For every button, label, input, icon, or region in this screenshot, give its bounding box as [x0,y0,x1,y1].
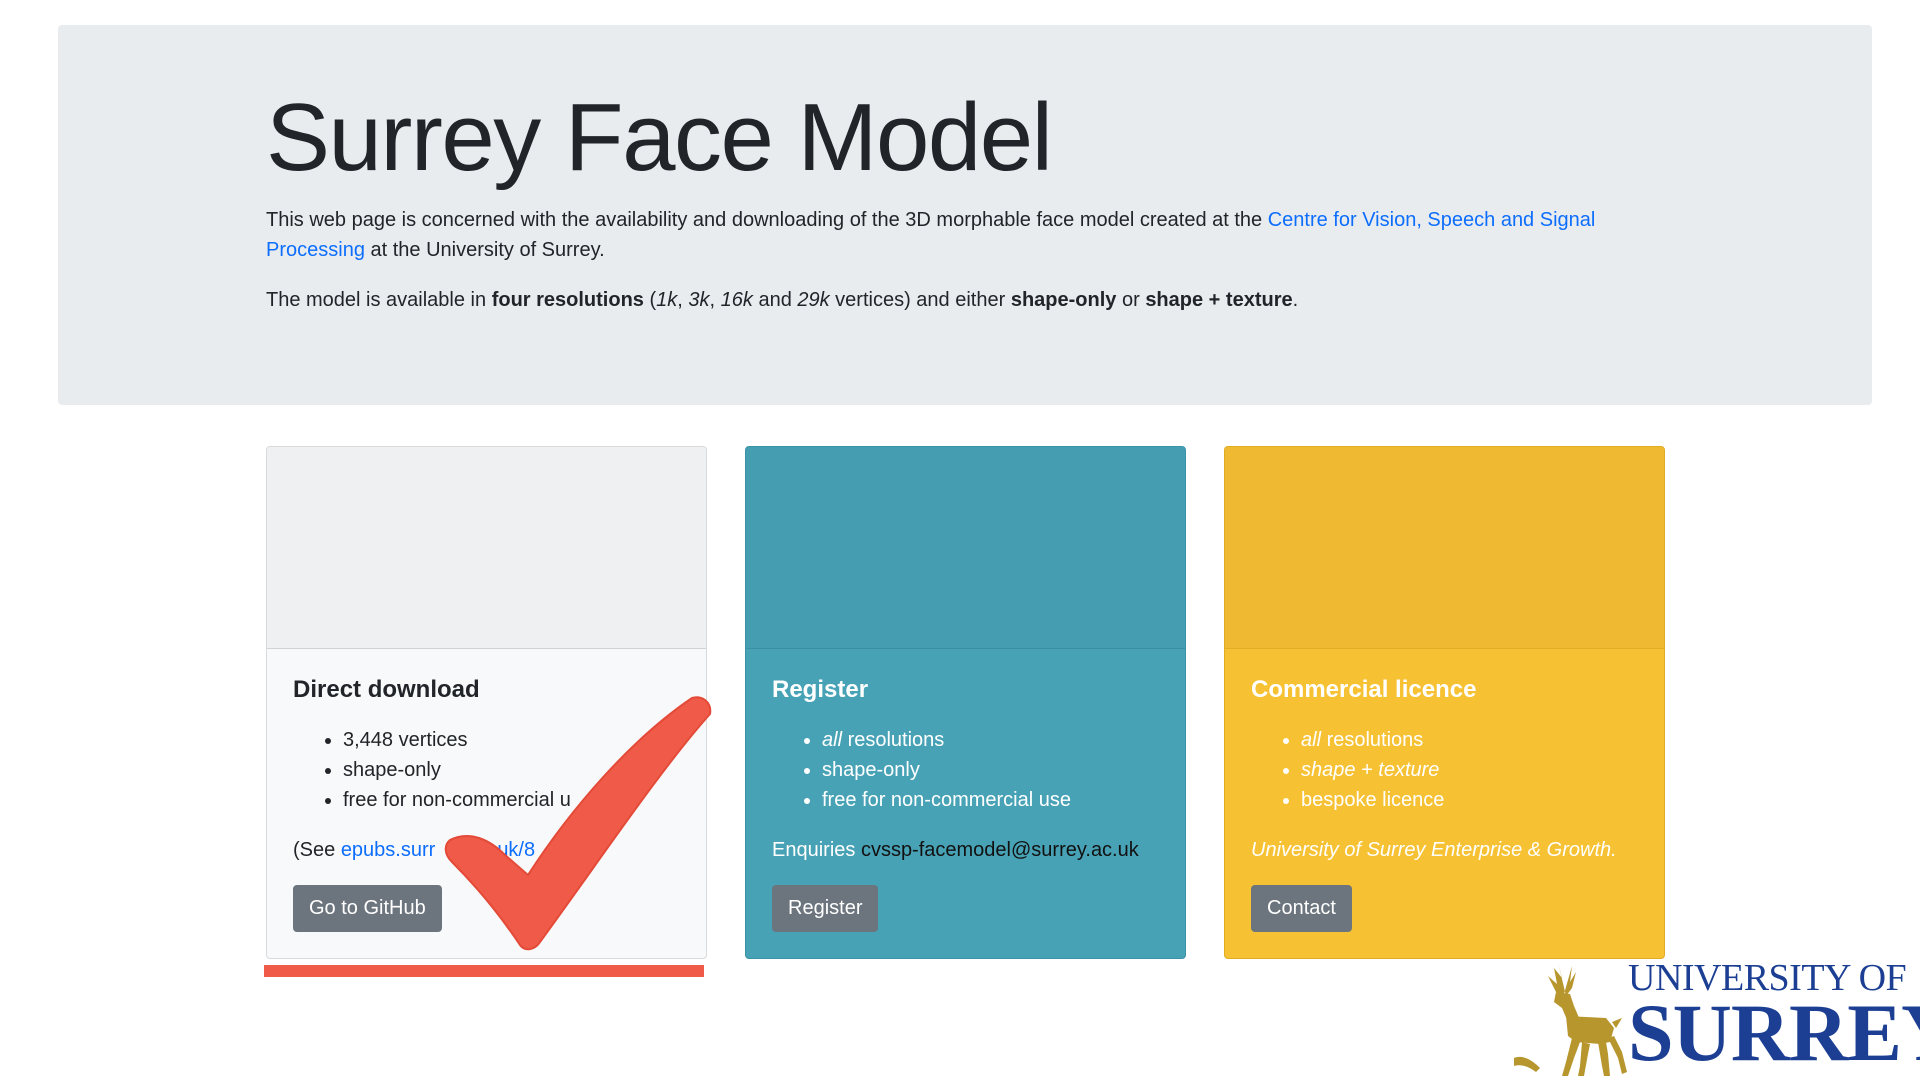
enquiries-email: cvssp-facemodel@surrey.ac.uk [860,839,1139,861]
enquiries: Enquiries cvssp-facemodel@surrey.ac.uk [772,835,1159,865]
vertices-either-text: vertices) and either [829,289,1011,312]
intro-suffix: at the University of Surrey. [364,239,605,262]
list-item: all resolutions [822,725,1159,755]
logo-line-surrey: SURREY [1628,987,1920,1078]
checkmark-icon [444,696,712,951]
all-emphasis: all [1301,729,1322,751]
or-text: or [1116,289,1146,312]
list-item: shape + texture [1301,755,1638,785]
jumbotron-content: Surrey Face Model This web page is conce… [266,83,1666,315]
see-prefix: (See [293,839,341,861]
register-card: Register all resolutions shape-only free… [745,446,1186,959]
card-image-placeholder [267,447,706,649]
all-emphasis: all [822,729,843,751]
enterprise-note: University of Surrey Enterprise & Growth… [1251,835,1638,865]
list-item: bespoke licence [1301,785,1638,815]
sep-1: , [677,289,689,312]
checkmark-shape [444,696,712,951]
card-body: Register all resolutions shape-only free… [746,649,1185,932]
contact-button[interactable]: Contact [1251,885,1352,932]
university-logo: UNIVERSITY OF SURREY [1510,958,1920,1080]
period: . [1292,289,1299,312]
stag-icon [1514,962,1627,1076]
card-title: Register [772,676,869,703]
commercial-licence-card: Commercial licence all resolutions shape… [1224,446,1665,959]
four-resolutions-text: four resolutions [491,289,644,312]
feature-list: all resolutions shape-only free for non-… [772,725,1159,815]
res-29k: 29k [797,289,830,312]
res-1k: 1k [656,289,678,312]
annotation-underline [264,965,704,977]
card-image-placeholder [746,447,1185,649]
and-text: and [752,289,798,312]
enquiries-label: Enquiries [772,839,861,861]
intro-paragraph: This web page is concerned with the avai… [266,205,1666,265]
card-body: Commercial licence all resolutions shape… [1225,649,1664,932]
card-image-placeholder [1225,447,1664,649]
list-item: all resolutions [1301,725,1638,755]
logo-text: UNIVERSITY OF SURREY [1628,958,1920,1078]
resolutions-text: resolutions [1321,729,1424,751]
paren-open: ( [643,289,657,312]
list-item: shape-only [822,755,1159,785]
go-to-github-button[interactable]: Go to GitHub [293,885,442,932]
intro-text: This web page is concerned with the avai… [266,209,1268,232]
res-16k: 16k [720,289,753,312]
sep-2: , [709,289,721,312]
list-item: free for non-commercial use [822,785,1159,815]
epubs-link-text: epubs.surr [340,839,436,861]
model-prefix: The model is available in [266,289,492,312]
shape-only-text: shape-only [1010,289,1117,312]
feature-list: all resolutions shape + texture bespoke … [1251,725,1638,815]
shape-texture-emphasis: shape + texture [1301,759,1440,781]
jumbotron: Surrey Face Model This web page is conce… [58,25,1872,405]
card-title: Commercial licence [1251,676,1477,703]
resolutions-text: resolutions [842,729,945,751]
enterprise-note-text: University of Surrey Enterprise & Growth… [1251,839,1617,861]
res-3k: 3k [688,289,710,312]
shape-texture-text: shape + texture [1145,289,1293,312]
page-title: Surrey Face Model [266,84,1053,191]
register-button[interactable]: Register [772,885,879,932]
model-paragraph: The model is available in four resolutio… [266,285,1666,315]
